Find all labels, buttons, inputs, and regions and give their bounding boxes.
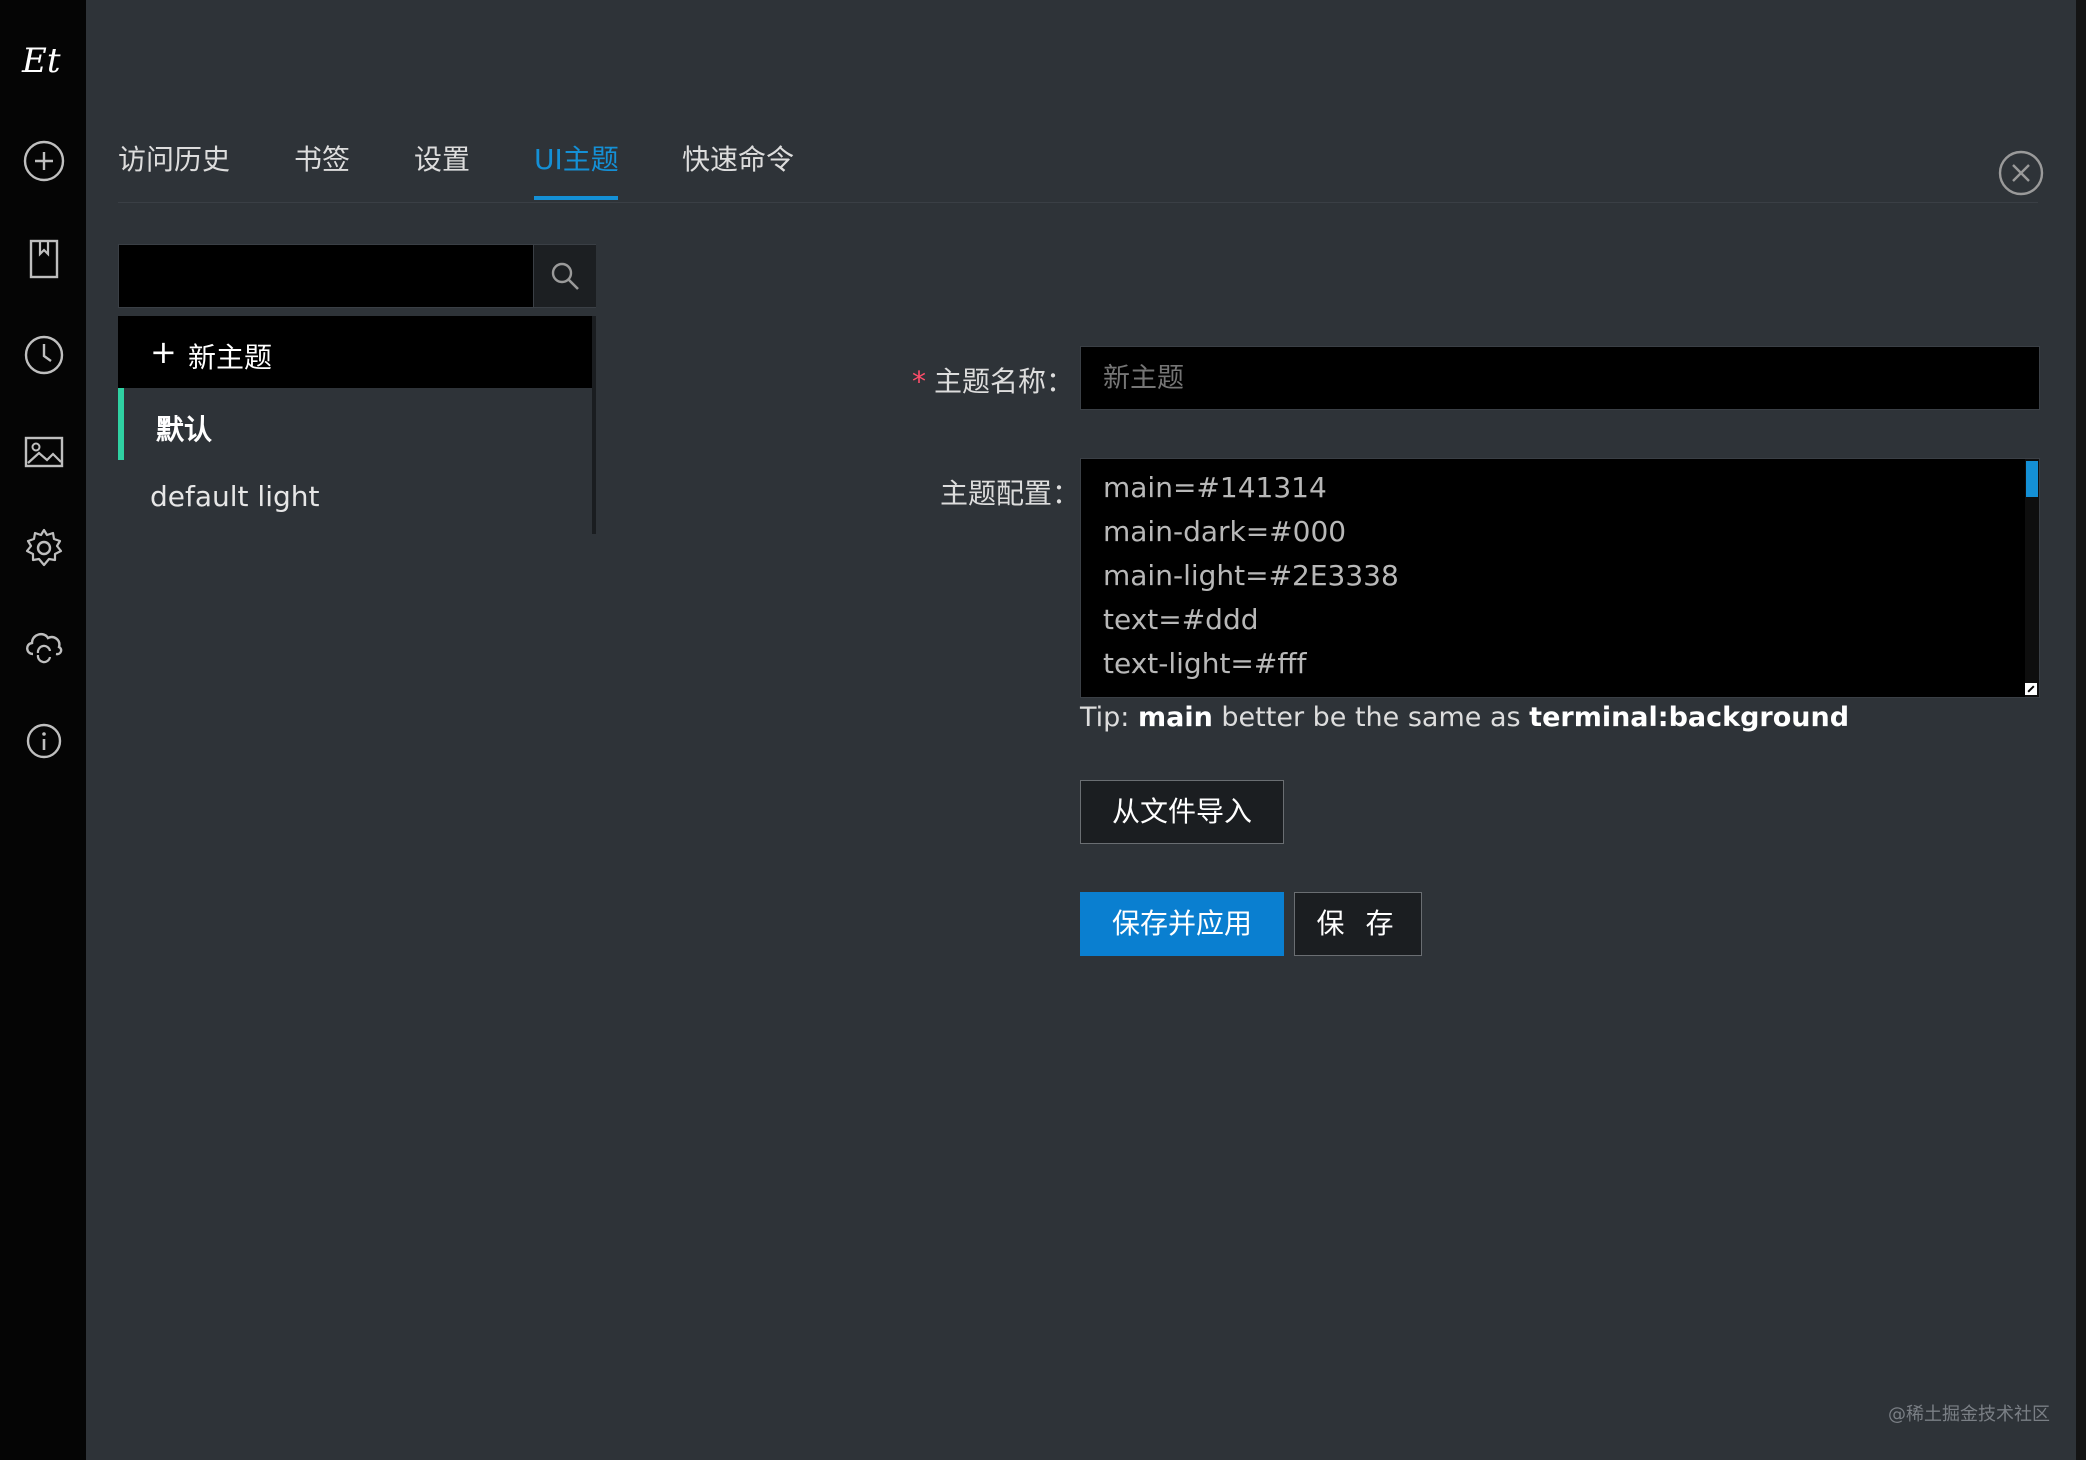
clock-icon[interactable] [23,334,65,376]
search-icon [551,262,579,290]
config-line: main=#141314 [1103,471,1327,504]
resize-handle[interactable] [2025,683,2037,695]
tab-bar: 访问历史 书签 设置 UI主题 快速命令 [118,130,2038,203]
active-tab-indicator [534,196,618,200]
bookmark-icon[interactable] [23,238,65,280]
list-item-label: 默认 [156,413,213,446]
gear-icon[interactable] [23,527,65,569]
plus-icon: + [150,333,177,371]
config-line: text-light=#fff [1103,647,1307,680]
required-mark: * [912,365,926,398]
theme-list: + 新主题 默认 default light [118,316,598,534]
tab-quick-commands[interactable]: 快速命令 [682,138,794,178]
theme-config-textarea[interactable]: main=#141314 main-dark=#000 main-light=#… [1080,458,2040,698]
app-window: Et 访问历史 书签 设置 UI主题 快速命令 + 新主题 默认 default… [0,0,2086,1460]
config-tip: Tip: main better be the same as terminal… [1080,702,1850,733]
save-and-apply-button[interactable]: 保存并应用 [1080,892,1284,956]
tab-ui-theme[interactable]: UI主题 [534,138,619,178]
info-icon[interactable] [23,720,65,762]
list-item[interactable]: default light [118,460,592,532]
config-scrollbar[interactable] [2025,459,2039,697]
new-theme-item[interactable]: + 新主题 [118,316,592,388]
list-item-label: default light [150,480,320,513]
theme-name-label: * 主题名称： [912,360,1074,400]
search-button[interactable] [533,245,596,307]
config-line: text=#ddd [1103,603,1259,636]
window-edge [2076,0,2086,1460]
image-icon[interactable] [23,431,65,473]
tab-history[interactable]: 访问历史 [118,138,230,178]
active-item-marker [118,388,124,460]
tab-bookmarks[interactable]: 书签 [294,138,350,178]
new-theme-label: 新主题 [188,341,273,374]
config-line: main-dark=#000 [1103,515,1347,548]
theme-name-label-text: 主题名称： [934,365,1075,398]
sidebar-rail: Et [0,0,86,1460]
theme-config-label: 主题配置： [940,477,1081,510]
config-line: main-light=#2E3338 [1103,559,1399,592]
svg-text:Et: Et [21,41,61,81]
watermark: @稀土掘金技术社区 [1888,1404,2050,1425]
list-item[interactable]: 默认 [118,388,592,460]
list-scrollbar[interactable] [592,316,596,534]
app-logo: Et [20,38,70,82]
cloud-sync-icon[interactable] [23,623,65,665]
tab-settings[interactable]: 设置 [414,138,470,178]
add-circle-icon[interactable] [23,140,65,182]
save-button[interactable]: 保 存 [1294,892,1422,956]
close-icon [1998,150,2044,196]
config-scroll-thumb[interactable] [2026,461,2038,497]
import-from-file-button[interactable]: 从文件导入 [1080,780,1284,844]
search-input[interactable] [119,245,533,307]
theme-name-input[interactable] [1080,346,2040,410]
theme-search [118,244,596,308]
close-button[interactable] [1998,150,2044,196]
